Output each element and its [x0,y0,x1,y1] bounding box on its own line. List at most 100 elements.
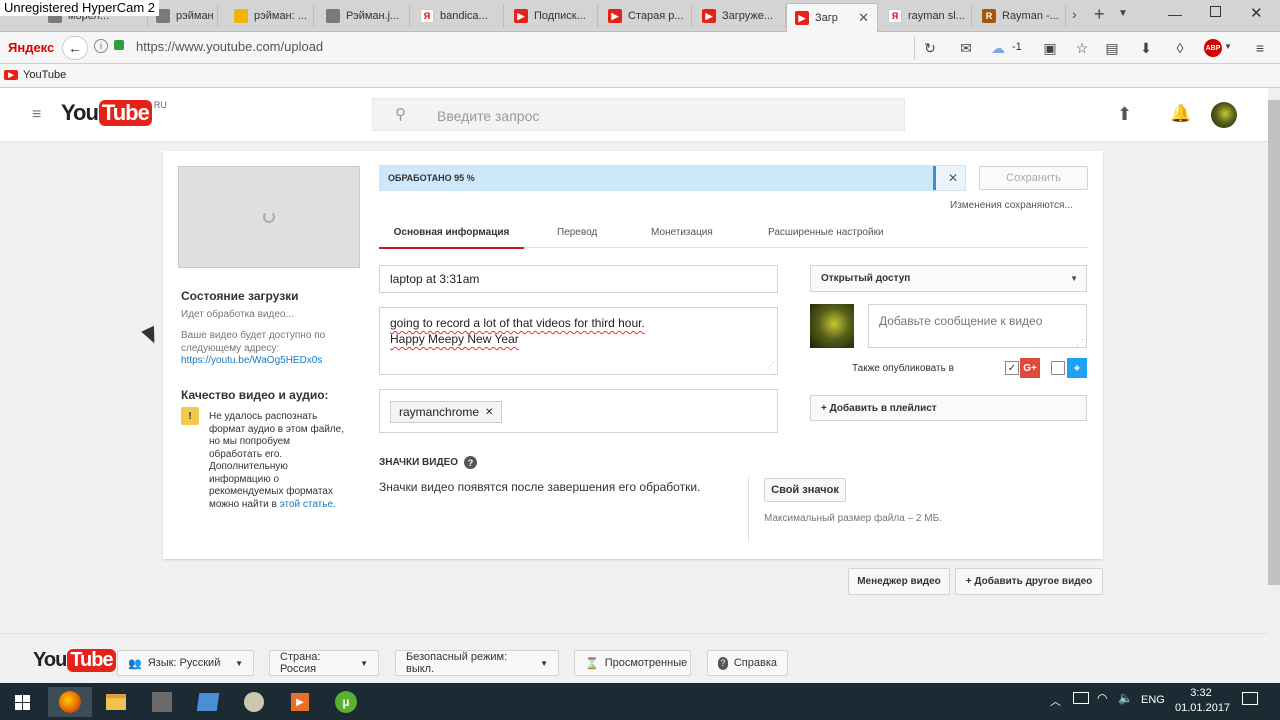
yellow-favicon-icon [234,9,248,23]
browser-tab[interactable]: ▶ Загруже... [694,4,786,28]
browser-tab[interactable]: Яrayman sl... [880,4,972,28]
search-input[interactable]: Введите запрос [437,108,539,124]
tab-list-icon[interactable]: ▼ [1118,8,1128,19]
browser-tab[interactable]: Яbandica... [412,4,504,28]
cloud-icon[interactable]: ☁ [988,38,1008,58]
app-icon[interactable] [186,687,230,717]
search-box[interactable]: ⚲ Введите запрос [372,98,905,131]
browser-tab[interactable]: Рэйман.j... [318,4,410,28]
firefox-icon[interactable] [48,687,92,717]
notifications-icon[interactable] [1242,692,1258,705]
upload-status-text: Идет обработка видео... [181,309,294,320]
window-close-icon[interactable]: ✕ [1250,4,1263,22]
download-icon[interactable]: ⬇ [1136,38,1156,58]
pocket-icon[interactable]: ◊ [1170,38,1190,58]
custom-thumbnail-button[interactable]: Свой значок [764,478,846,502]
reload-icon[interactable]: ↻ [920,38,940,58]
add-another-video-button[interactable]: + Добавить другое видео [955,568,1103,595]
tab-label: Rayman -... [1002,10,1059,22]
video-manager-button[interactable]: Менеджер видео [848,568,950,595]
tab-label: Подписк... [534,10,586,22]
minimize-icon[interactable]: — [1168,6,1182,22]
description-textarea[interactable]: going to record a lot of that videos for… [379,307,778,375]
info-icon[interactable]: i [94,39,108,53]
new-tab-icon[interactable]: + [1094,4,1105,25]
mail-icon[interactable]: ✉ [956,38,976,58]
clipboard-icon[interactable]: ▤ [1102,38,1122,58]
star-icon[interactable]: ☆ [1072,38,1092,58]
scrollbar-thumb[interactable] [1268,100,1280,585]
address-bar[interactable]: https://www.youtube.com/upload [136,39,323,54]
channel-avatar [810,304,854,348]
upload-icon[interactable]: ⬆ [1117,104,1132,125]
volume-icon[interactable]: 🔈 [1118,691,1133,705]
windows-start-icon[interactable] [0,687,44,717]
gplus-checkbox[interactable]: ✓ [1005,361,1019,375]
language-indicator[interactable]: ENG [1141,694,1165,706]
footer-youtube-logo[interactable]: You Tube [33,649,116,672]
browser-tab[interactable]: ▶ Подписк... [506,4,598,28]
title-input[interactable]: laptop at 3:31am [379,265,778,293]
tab-monetization[interactable]: Монетизация [651,227,713,238]
language-select[interactable]: 👥 Язык: Русский ▼ [117,650,254,676]
close-tab-icon[interactable]: ✕ [858,10,869,26]
video-link[interactable]: https://youtu.be/WaOg5HEDx0s [181,355,322,366]
tab-advanced-settings[interactable]: Расширенные настройки [768,227,884,238]
avatar[interactable] [1211,102,1237,128]
privacy-select[interactable]: Открытый доступ ▼ [810,265,1087,292]
logo-region: RU [153,100,167,110]
clock-date: 01.01.2017 [1175,702,1231,714]
app-icon[interactable] [140,687,184,717]
logo-tube: Tube [98,100,152,126]
remove-tag-icon[interactable]: ✕ [485,407,493,418]
tray-expand-icon[interactable]: ︿ [1050,693,1061,709]
tag-label: raymanchrome [399,405,480,419]
help-button[interactable]: ? Справка [707,650,788,676]
youtube-logo[interactable]: You Tube RU [61,100,167,126]
clock[interactable]: 3:32 01.01.2017 [1175,686,1231,716]
tabs-scroll-right-icon[interactable]: › [1072,6,1077,22]
extension-icon[interactable]: ▣ [1040,38,1060,58]
youtube-favicon-icon: ▶ [795,11,809,25]
file-explorer-icon[interactable] [94,687,138,717]
hamburger-icon[interactable]: ≡ [32,106,41,124]
utorrent-icon[interactable]: µ [324,687,368,717]
cancel-upload-icon[interactable]: ✕ [948,171,958,185]
bookmark-youtube[interactable]: ▶ YouTube [4,69,66,81]
warning-link[interactable]: этой статье. [280,499,336,510]
country-select[interactable]: Страна: Россия ▼ [269,650,379,676]
bell-icon[interactable]: 🔔 [1170,104,1191,124]
wifi-icon[interactable]: ◠ [1097,691,1107,705]
resize-handle-icon[interactable]: ⋰ [767,358,775,374]
add-to-playlist-button[interactable]: + Добавить в плейлист [810,395,1087,421]
back-button[interactable]: ← [62,36,88,60]
browser-tab[interactable]: рэйман: ... [226,4,314,28]
history-button[interactable]: ⌛ Просмотренные [574,650,691,676]
save-button[interactable]: Сохранить [979,166,1088,190]
chevron-down-icon: ▼ [360,658,368,668]
resize-handle-icon[interactable]: ⋰ [1076,338,1084,347]
safe-mode-select[interactable]: Безопасный режим: выкл. ▼ [395,650,559,676]
media-player-icon[interactable]: ▶ [278,687,322,717]
chevron-down-icon: ▼ [540,658,548,668]
battery-icon[interactable] [1073,692,1089,704]
twitter-checkbox[interactable] [1051,361,1065,375]
yandex-logo[interactable]: Яндекс [8,40,54,55]
logo-you: You [33,649,67,671]
help-icon: ? [718,656,728,670]
yandex-favicon-icon: Я [888,9,902,23]
maximize-icon[interactable] [1210,6,1221,17]
browser-tab-active[interactable]: ▶ Загр ✕ [786,3,878,32]
browser-tab[interactable]: R Rayman -... [974,4,1066,28]
menu-icon[interactable]: ≡ [1250,38,1270,58]
tab-basic-info[interactable]: Основная информация [379,227,524,249]
help-icon[interactable]: ? [464,456,478,469]
share-message-input[interactable]: Добавьте сообщение к видео ⋰ [868,304,1087,348]
tab-translation[interactable]: Перевод [557,227,597,238]
language-label: Язык: Русский [147,657,221,669]
browser-tab[interactable]: ▶ Старая р... [600,4,692,28]
tags-input[interactable]: raymanchrome ✕ [379,389,778,433]
chevron-down-icon[interactable]: ▼ [1224,42,1232,51]
paint-icon[interactable] [232,687,276,717]
adblock-icon[interactable]: ABP [1204,39,1222,57]
